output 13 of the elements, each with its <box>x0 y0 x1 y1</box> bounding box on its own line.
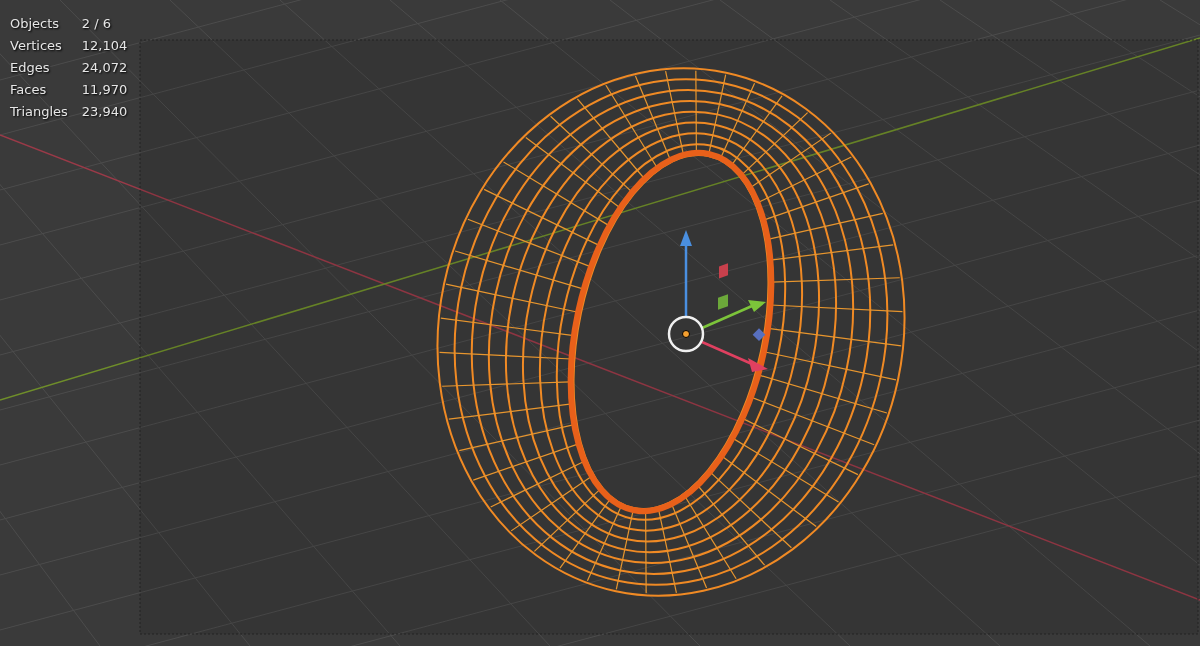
stat-label: Triangles <box>10 103 68 121</box>
stat-value: 11,970 <box>81 81 128 99</box>
stat-label: Vertices <box>10 37 63 55</box>
stat-value: 24,072 <box>81 59 128 77</box>
stat-label: Edges <box>10 59 51 77</box>
tire-wireframe-drawing[interactable] <box>436 67 906 597</box>
stat-label: Objects <box>10 15 61 33</box>
stat-value: 23,940 <box>81 103 128 121</box>
transform-gizmo-drawing[interactable] <box>667 230 768 372</box>
stat-value: 2 / 6 <box>81 15 112 33</box>
3d-viewport[interactable]: Objects 2 / 6 Vertices 12,104 Edges 24,072 Faces 11,970 Triangles 23,940 <box>0 0 1200 646</box>
stat-value: 12,104 <box>81 37 128 55</box>
stat-label: Faces <box>10 81 48 99</box>
